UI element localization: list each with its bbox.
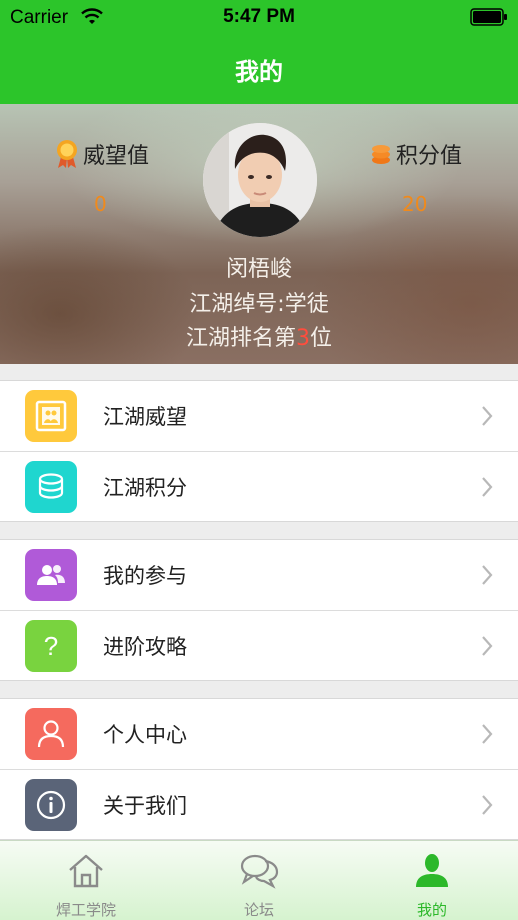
menu-item-personal-center[interactable]: 个人中心 [0, 699, 518, 769]
points-value: 20 [402, 192, 428, 216]
menu-item-label: 江湖积分 [103, 475, 187, 500]
tab-label: 焊工学院 [55, 901, 116, 919]
prestige-label-text: 威望值 [83, 144, 150, 169]
points-label-text: 积分值 [396, 144, 463, 169]
prestige-value: 0 [94, 192, 107, 216]
tab-bar: 焊工学院 论坛 我的 [0, 840, 518, 920]
navigation-bar: 我的 [0, 34, 518, 104]
menu-item-advanced-guide[interactable]: ? 进阶攻略 [0, 610, 518, 680]
status-bar: Carrier 5:47 PM [0, 0, 518, 34]
chat-bubbles-icon [240, 854, 279, 889]
menu-item-label: 我的参与 [103, 564, 187, 588]
menu-group-account: 个人中心 关于我们 [0, 698, 518, 840]
chevron-right-icon [482, 565, 493, 585]
page-title: 我的 [235, 58, 283, 86]
menu-group-jianghu: 江湖威望 江湖积分 [0, 380, 518, 522]
rank-prefix: 江湖排名第 [185, 326, 296, 351]
menu-item-my-participation[interactable]: 我的参与 [0, 540, 518, 610]
menu-item-points[interactable]: 江湖积分 [0, 451, 518, 521]
tab-mine[interactable]: 我的 [346, 841, 518, 920]
menu-item-prestige[interactable]: 江湖威望 [0, 381, 518, 451]
points-label: 积分值 [370, 138, 462, 170]
chevron-right-icon [482, 795, 493, 815]
menu-group-participation: 我的参与 ? 进阶攻略 [0, 539, 518, 681]
person-icon [25, 708, 77, 760]
rank-number: 3 [296, 326, 310, 351]
profile-header: 威望值 0 积分值 20 闵梧峻 江湖绰号:学徒 江湖排名第3位 [0, 104, 518, 364]
home-icon [69, 854, 103, 888]
user-rank: 江湖排名第3位 [0, 320, 518, 352]
photo-frame-icon [25, 390, 77, 442]
user-silhouette-icon [416, 854, 448, 887]
tab-label: 我的 [416, 901, 447, 919]
tab-forum[interactable]: 论坛 [173, 841, 345, 920]
chevron-right-icon [482, 724, 493, 744]
battery-icon [470, 8, 507, 26]
menu-item-about-us[interactable]: 关于我们 [0, 769, 518, 839]
tab-label: 论坛 [243, 901, 274, 919]
menu-item-label: 进阶攻略 [103, 634, 187, 659]
menu-item-label: 个人中心 [103, 723, 187, 747]
question-icon: ? [25, 620, 77, 672]
chevron-right-icon [482, 636, 493, 656]
coin-stack-icon [372, 145, 390, 164]
clock: 5:47 PM [223, 6, 295, 27]
info-icon [25, 779, 77, 831]
avatar[interactable] [203, 123, 317, 237]
chevron-right-icon [482, 406, 493, 426]
menu-item-label: 关于我们 [103, 793, 187, 818]
avatar-photo [203, 123, 317, 237]
users-icon [25, 549, 77, 601]
chevron-right-icon [482, 477, 493, 497]
medal-icon [57, 140, 77, 168]
rank-suffix: 位 [310, 326, 333, 351]
coins-icon [25, 461, 77, 513]
menu-item-label: 江湖威望 [103, 405, 187, 429]
tab-welding-academy[interactable]: 焊工学院 [0, 841, 172, 920]
user-name: 闵梧峻 [225, 257, 292, 282]
prestige-label: 威望值 [55, 138, 149, 170]
user-nickname: 江湖绰号:学徒 [189, 292, 329, 317]
